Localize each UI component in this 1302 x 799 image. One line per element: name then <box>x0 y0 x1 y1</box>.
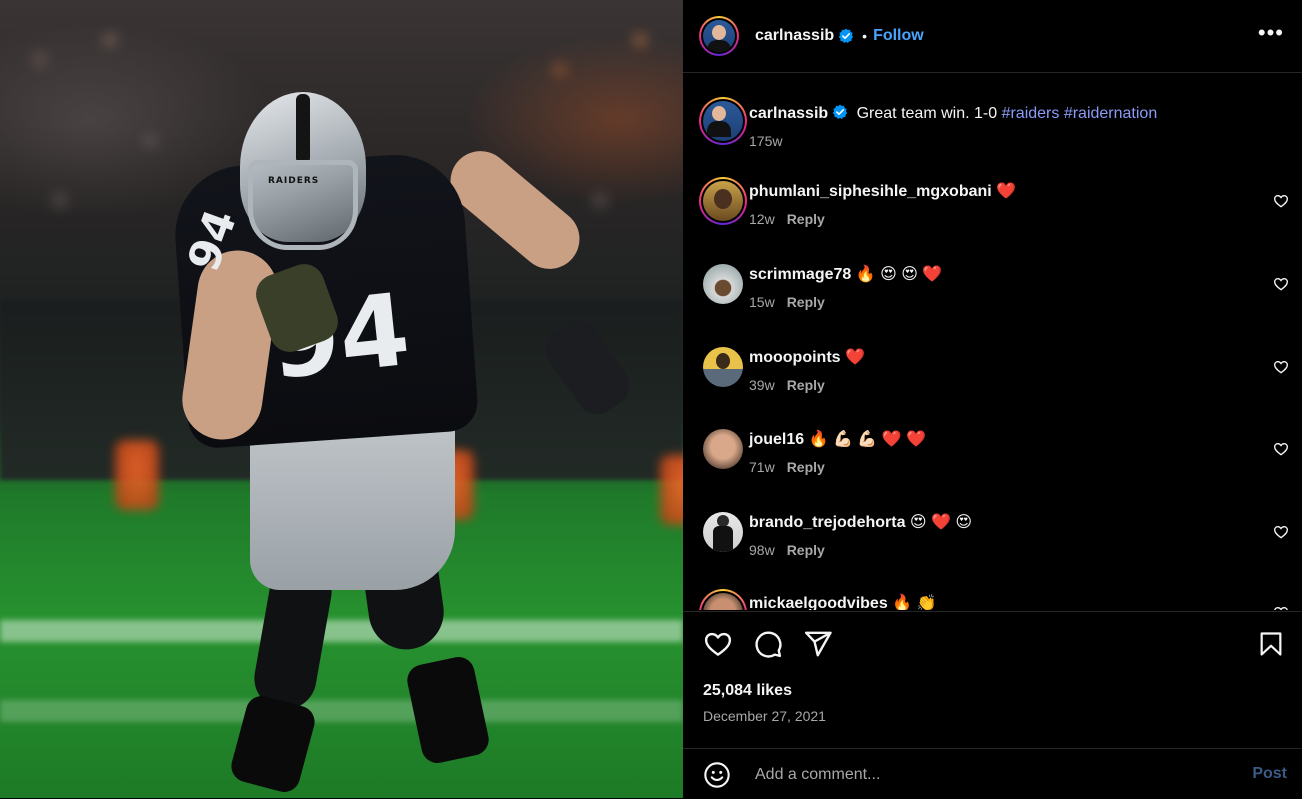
comment-text: ❤️ <box>996 183 1017 200</box>
more-options-icon[interactable]: ••• <box>1258 22 1284 44</box>
avatar[interactable] <box>703 512 743 552</box>
post-viewer: 94 94 RAIDERS carlnassib • Follow ••• ca… <box>0 0 1302 798</box>
comment-username[interactable]: jouel16 <box>749 431 804 448</box>
comment-row: jouel16 🔥 💪🏻 💪🏻 ❤️ ❤️ 71w Reply <box>699 425 1289 485</box>
comment-row: phumlani_siphesihle_mgxobani ❤️ 12w Reply <box>699 177 1289 237</box>
comment-row: mickaelgoodvibes 🔥 👏 <box>699 589 1289 610</box>
comment-input[interactable] <box>753 759 1217 791</box>
reply-button[interactable]: Reply <box>787 459 825 475</box>
bookmark-icon[interactable] <box>1257 629 1285 659</box>
caption-age: 175w <box>749 133 783 149</box>
author-avatar-ring[interactable] <box>699 16 739 56</box>
comment-text: 🔥 😍 😍 ❤️ <box>855 266 943 283</box>
photo-field-line <box>0 620 683 642</box>
comment-text: 😍 ❤️ 😍 <box>909 514 973 531</box>
author-username[interactable]: carlnassib <box>755 27 834 45</box>
avatar <box>703 20 735 52</box>
comment-like-heart-icon[interactable] <box>1273 605 1289 610</box>
post-details-panel: carlnassib • Follow ••• carlnassib Great… <box>683 0 1302 798</box>
photo-pylon <box>115 440 159 510</box>
helmet-stripe <box>296 94 310 164</box>
follow-button[interactable]: Follow <box>873 27 924 45</box>
comment-username[interactable]: brando_trejodehorta <box>749 514 905 531</box>
post-photo[interactable]: 94 94 RAIDERS <box>0 0 683 798</box>
player-cleat <box>404 654 492 766</box>
like-count[interactable]: 25,084 likes <box>703 682 792 700</box>
comment-row: mooopoints ❤️ 39w Reply <box>699 343 1289 403</box>
comment-age: 15w <box>749 294 775 310</box>
comment-text: 🔥 👏 <box>892 595 937 610</box>
share-icon[interactable] <box>803 629 833 659</box>
comment-like-heart-icon[interactable] <box>1273 359 1289 375</box>
comment-like-heart-icon[interactable] <box>1273 193 1289 209</box>
reply-button[interactable]: Reply <box>787 542 825 558</box>
post-caption: carlnassib Great team win. 1-0 #raiders … <box>699 97 1289 157</box>
hashtag-link[interactable]: #raidernation <box>1064 105 1157 122</box>
comment-like-heart-icon[interactable] <box>1273 441 1289 457</box>
comment-icon[interactable] <box>753 629 783 659</box>
verified-badge-icon <box>832 104 848 119</box>
header-separator-dot: • <box>862 28 868 44</box>
comment-row: scrimmage78 🔥 😍 😍 ❤️ 15w Reply <box>699 260 1289 320</box>
post-date: December 27, 2021 <box>703 708 826 724</box>
emoji-icon[interactable] <box>703 761 731 789</box>
avatar[interactable] <box>703 429 743 469</box>
reply-button[interactable]: Reply <box>787 211 825 227</box>
helmet-facemask <box>248 160 358 250</box>
comment-text: 🔥 💪🏻 💪🏻 ❤️ ❤️ <box>808 431 926 448</box>
photo-pylon <box>660 455 683 525</box>
comment-username[interactable]: mooopoints <box>749 349 841 366</box>
avatar[interactable] <box>703 347 743 387</box>
post-comment-button[interactable]: Post <box>1252 765 1287 783</box>
avatar <box>703 593 743 610</box>
avatar[interactable] <box>703 264 743 304</box>
photo-field-line <box>0 700 683 722</box>
hashtag-link[interactable]: #raiders <box>1002 105 1060 122</box>
comment-age: 98w <box>749 542 775 558</box>
reply-button[interactable]: Reply <box>787 377 825 393</box>
post-header: carlnassib • Follow ••• <box>683 0 1302 73</box>
comment-username[interactable]: phumlani_siphesihle_mgxobani <box>749 183 992 200</box>
comment-username[interactable]: scrimmage78 <box>749 266 851 283</box>
comment-age: 71w <box>749 459 775 475</box>
comments-list[interactable]: carlnassib Great team win. 1-0 #raiders … <box>683 73 1302 610</box>
caption-username[interactable]: carlnassib <box>749 105 828 122</box>
commenter-avatar-ring[interactable] <box>699 589 747 610</box>
avatar <box>703 181 743 221</box>
heart-icon[interactable] <box>703 629 733 659</box>
comment-row: brando_trejodehorta 😍 ❤️ 😍 98w Reply <box>699 508 1289 568</box>
comment-username[interactable]: mickaelgoodvibes <box>749 595 888 610</box>
add-comment-bar: Post <box>683 748 1302 799</box>
avatar <box>703 101 743 141</box>
comment-age: 39w <box>749 377 775 393</box>
reply-button[interactable]: Reply <box>787 294 825 310</box>
commenter-avatar-ring[interactable] <box>699 177 747 225</box>
post-actions: 25,084 likes December 27, 2021 <box>683 611 1302 748</box>
caption-text: Great team win. 1-0 <box>856 105 1002 122</box>
comment-text: ❤️ <box>845 349 865 366</box>
comment-like-heart-icon[interactable] <box>1273 524 1289 540</box>
comment-age: 12w <box>749 211 775 227</box>
comment-like-heart-icon[interactable] <box>1273 276 1289 292</box>
verified-badge-icon <box>838 28 854 43</box>
caption-avatar-ring[interactable] <box>699 97 747 145</box>
